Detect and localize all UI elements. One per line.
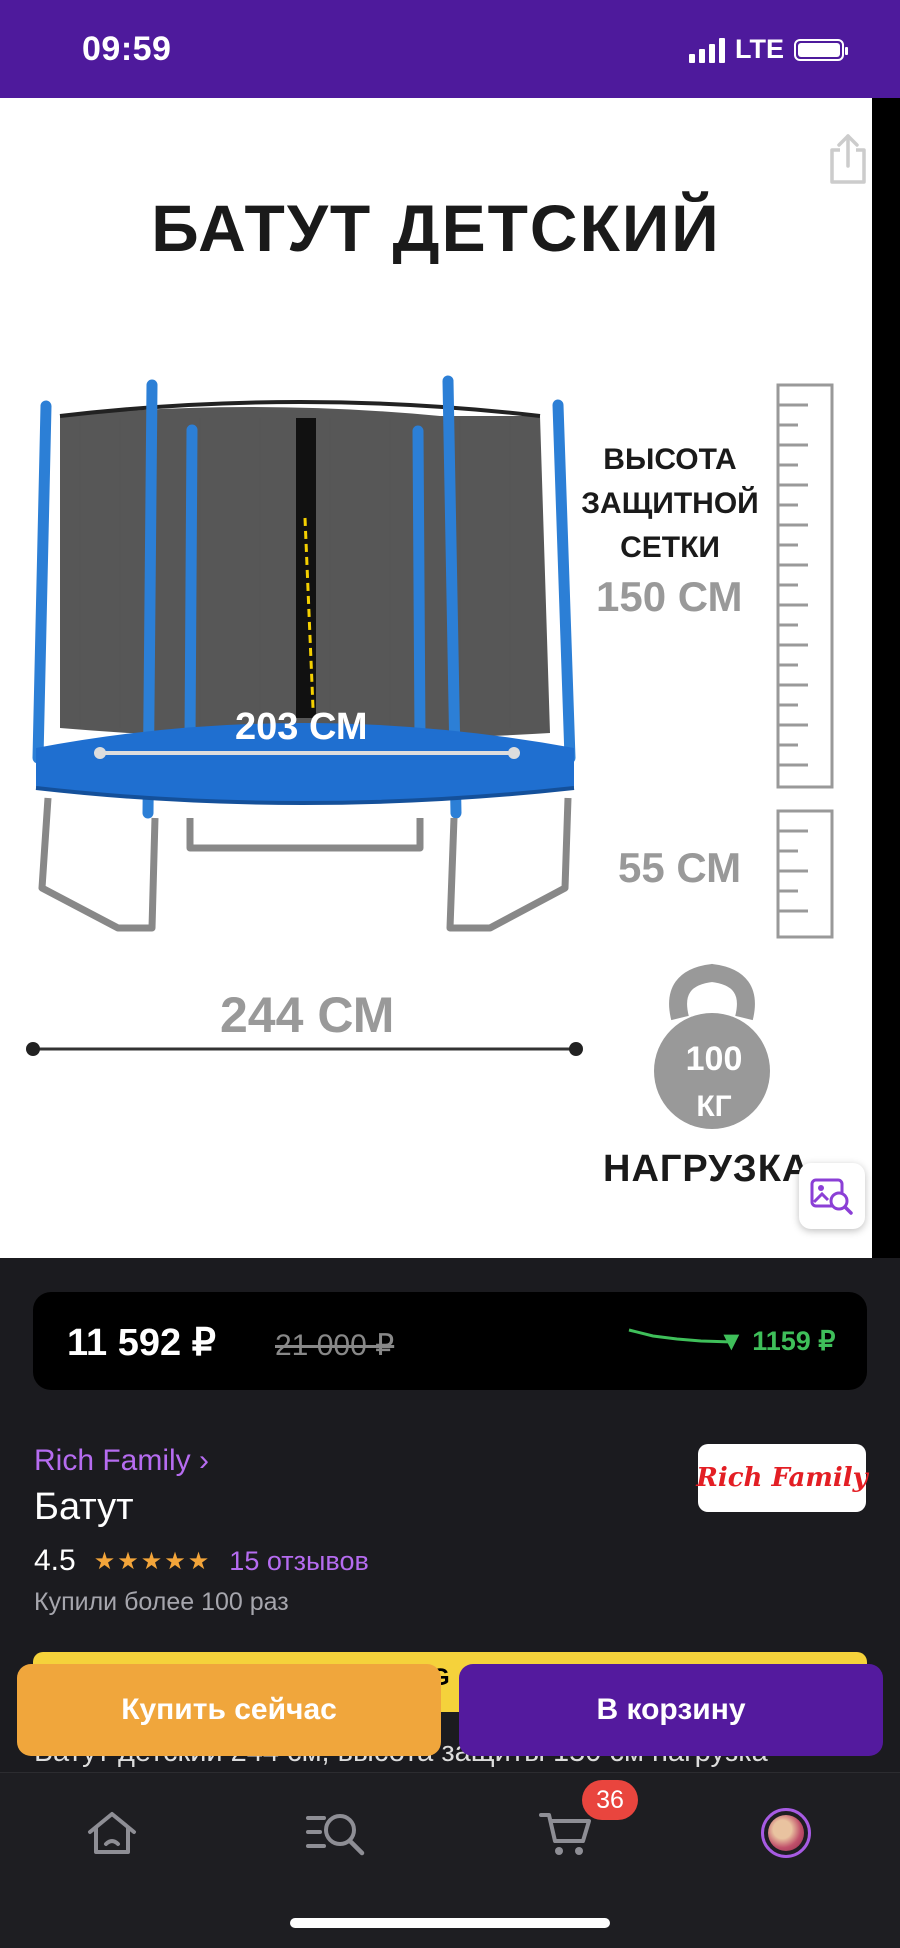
- leg-height-value: 55 СМ: [618, 844, 742, 891]
- home-indicator: [290, 1918, 610, 1928]
- cart-count-badge: 36: [582, 1780, 638, 1820]
- status-time: 09:59: [82, 30, 172, 68]
- add-to-cart-button[interactable]: В корзину: [459, 1664, 883, 1756]
- visual-search-button[interactable]: [799, 1163, 865, 1229]
- trampoline-illustration: [26, 375, 834, 1129]
- load-value: 100: [685, 1040, 743, 1078]
- old-price: 21 000 ₽: [275, 1329, 395, 1362]
- brand-link[interactable]: Rich Family ›: [34, 1444, 209, 1478]
- buy-now-button[interactable]: Купить сейчас: [17, 1664, 441, 1756]
- brand-logo-text: Rich Family: [696, 1463, 868, 1493]
- load-unit: КГ: [696, 1090, 732, 1123]
- product-title: Батут: [34, 1486, 134, 1528]
- rating-value: 4.5: [34, 1544, 76, 1577]
- purchase-count: Купили более 100 раз: [34, 1588, 289, 1616]
- reviews-link[interactable]: 15 отзывов: [229, 1546, 369, 1577]
- net-height-label: ВЫСОТА ЗАЩИТНОЙ СЕТКИ: [581, 443, 759, 564]
- battery-icon: [794, 38, 848, 61]
- cart-icon: [539, 1813, 591, 1855]
- load-label: НАГРУЗКА: [603, 1148, 811, 1190]
- rating-row[interactable]: 4.5 ★★★★★ 15 отзывов: [34, 1544, 369, 1578]
- status-bar: 09:59 LTE: [0, 0, 900, 98]
- rating-stars-icon: ★★★★★: [93, 1547, 212, 1575]
- tab-catalog[interactable]: [306, 1803, 366, 1863]
- status-indicators: LTE: [689, 34, 848, 65]
- profile-avatar: [761, 1808, 811, 1858]
- signal-icon: [689, 37, 725, 63]
- current-price: 11 592 ₽: [67, 1322, 216, 1364]
- inner-diameter-value: 203 СМ: [235, 706, 368, 748]
- tab-profile[interactable]: [756, 1803, 816, 1863]
- outer-diameter-value: 244 СМ: [220, 987, 395, 1043]
- tab-home[interactable]: [82, 1803, 142, 1863]
- network-type: LTE: [735, 34, 784, 64]
- image-edge: [872, 98, 900, 1258]
- home-icon: [88, 1812, 136, 1854]
- price-card[interactable]: 11 592 ₽ 21 000 ₽ ▼ 1159 ₽: [33, 1292, 867, 1390]
- product-image-gallery[interactable]: БАТУТ ДЕТСКИЙ ВЫСОТА ЗАЩИТНОЙ СЕТКИ 150 …: [0, 98, 872, 1258]
- brand-logo[interactable]: Rich Family: [696, 1444, 868, 1512]
- image-search-icon: [810, 1178, 853, 1215]
- net-height-value: 150 СМ: [596, 573, 743, 620]
- catalog-search-icon: [306, 1814, 365, 1856]
- price-drop: ▼ 1159 ₽: [718, 1326, 836, 1356]
